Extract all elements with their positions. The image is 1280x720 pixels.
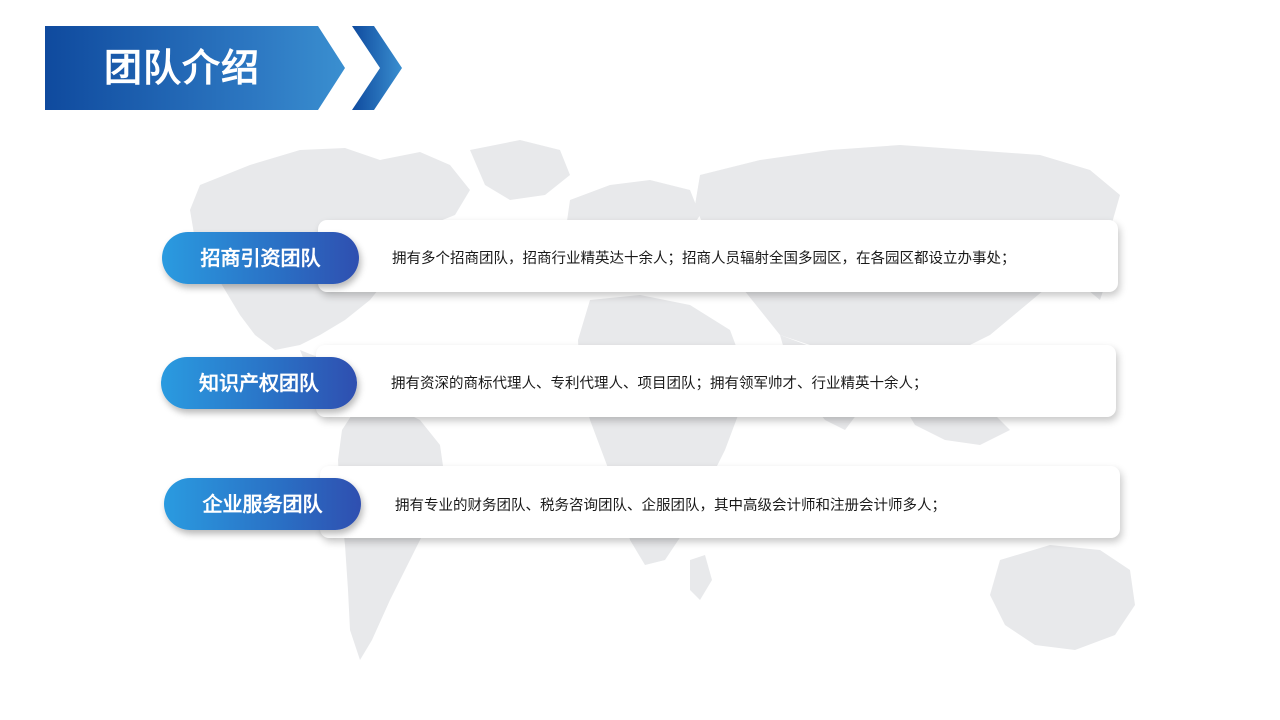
map-greenland bbox=[470, 140, 570, 200]
chevron-right-icon bbox=[352, 26, 402, 110]
team-description: 拥有专业的财务团队、税务咨询团队、企服团队，其中高级会计师和注册会计师多人； bbox=[395, 498, 946, 514]
team-description-card: 拥有资深的商标代理人、专利代理人、项目团队；拥有领军帅才、行业精英十余人； bbox=[316, 345, 1116, 417]
team-description-card: 拥有多个招商团队，招商行业精英达十余人；招商人员辐射全国多园区，在各园区都设立办… bbox=[318, 220, 1118, 292]
map-island bbox=[690, 555, 712, 600]
map-australia bbox=[990, 545, 1135, 650]
slide: 团队介绍 拥有多个招商团队，招商行业精英达十余人；招商人员辐射全国多园区，在各园… bbox=[0, 0, 1280, 720]
team-description: 拥有资深的商标代理人、专利代理人、项目团队；拥有领军帅才、行业精英十余人； bbox=[391, 376, 928, 392]
team-description-card: 拥有专业的财务团队、税务咨询团队、企服团队，其中高级会计师和注册会计师多人； bbox=[320, 466, 1120, 538]
team-label-pill: 企业服务团队 bbox=[164, 478, 361, 530]
team-label-pill: 知识产权团队 bbox=[161, 357, 357, 409]
team-label-pill: 招商引资团队 bbox=[162, 232, 359, 284]
page-title: 团队介绍 bbox=[104, 46, 261, 90]
team-description: 拥有多个招商团队，招商行业精英达十余人；招商人员辐射全国多园区，在各园区都设立办… bbox=[392, 251, 1016, 267]
